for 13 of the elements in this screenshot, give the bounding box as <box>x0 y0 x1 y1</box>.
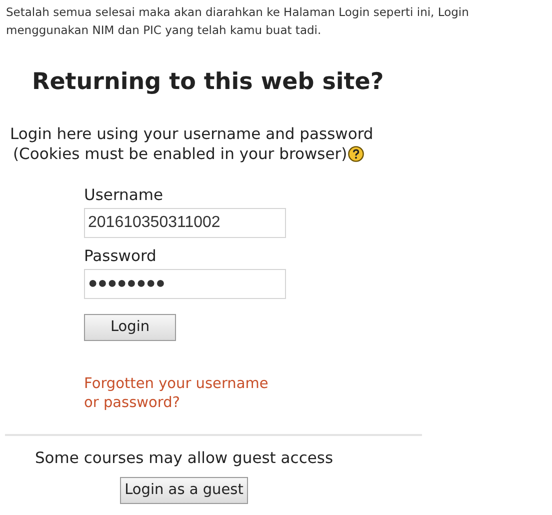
field-label: Password <box>84 246 156 266</box>
guest-access-text: Some courses may allow guest access <box>34 448 334 468</box>
help-icon[interactable] <box>348 146 364 162</box>
login-button[interactable]: Login <box>84 314 176 341</box>
forgot-password-link[interactable]: Forgotten your username or password? <box>84 375 268 413</box>
intro-paragraph: Setalah semua selesai maka akan diarahkan ke Halaman Login seperti ini, Login menggunakan NIM dan PIC yang telah kamu buat tadi. <box>5 4 470 39</box>
field-label: Username <box>84 185 164 205</box>
guest-login-button[interactable]: Login as a guest <box>120 477 248 504</box>
page-heading: Returning to this web site? <box>32 68 384 97</box>
password-field[interactable]: ●●●●●●●● <box>84 269 286 299</box>
instruction-text: Login here using your username and password <box>10 124 374 144</box>
instruction-text: (Cookies must be enabled in your browser) <box>13 144 348 164</box>
username-field[interactable]: 201610350311002 <box>84 208 286 238</box>
